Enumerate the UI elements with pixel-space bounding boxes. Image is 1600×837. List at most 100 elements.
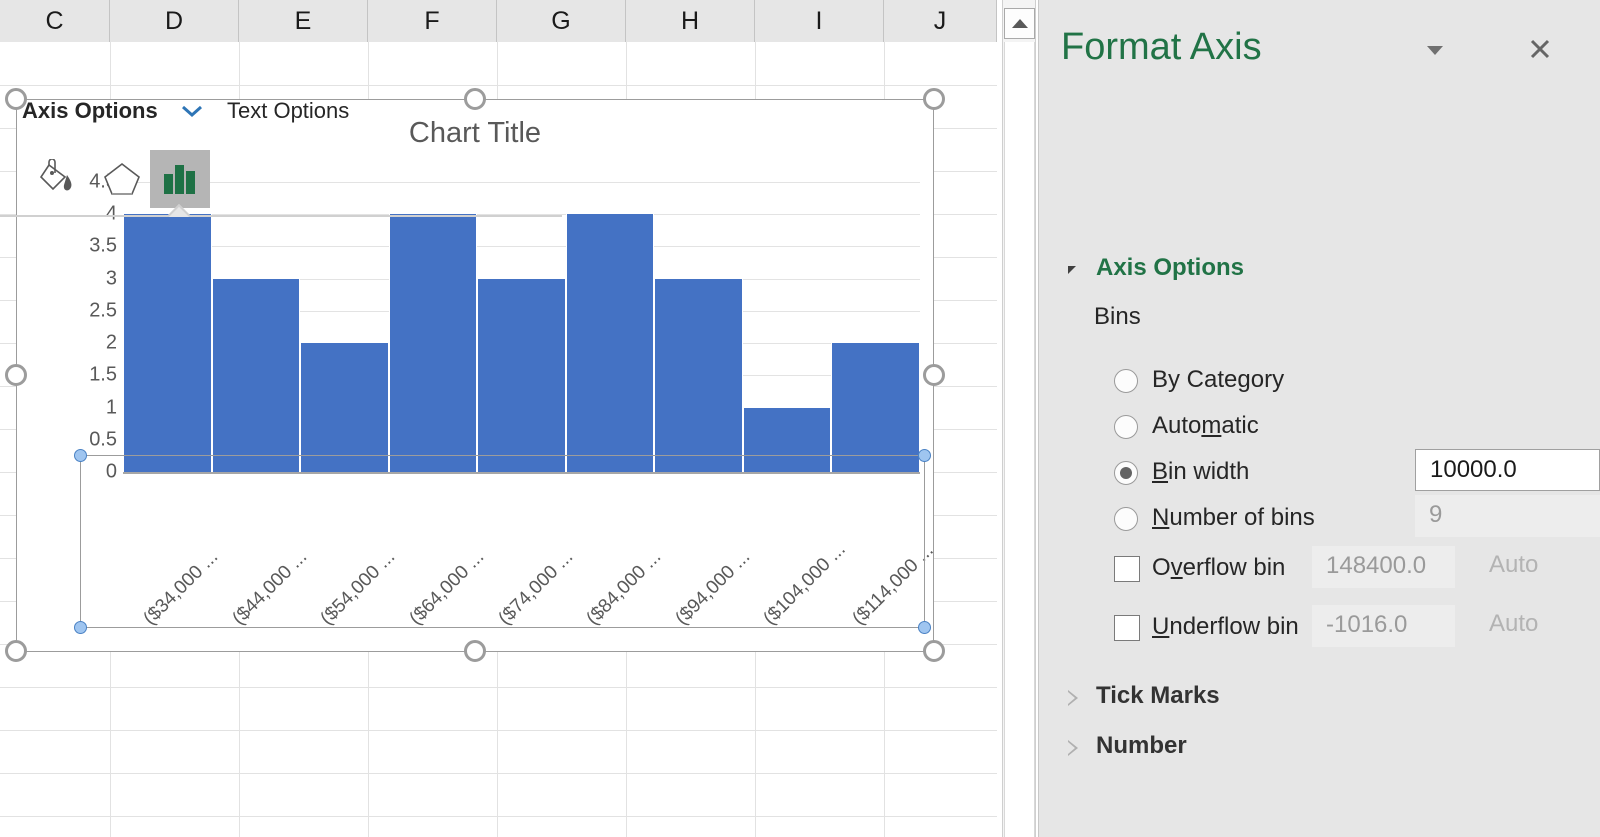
x-axis-tick-label[interactable]: ($44,000 ...: [228, 546, 312, 630]
triangle-right-icon-inner: [1068, 692, 1075, 704]
scroll-up-icon[interactable]: [1004, 8, 1035, 39]
option-row-by-category[interactable]: By Category: [1038, 360, 1600, 406]
category-axis-line: [123, 472, 920, 474]
x-axis-tick-label[interactable]: ($54,000 ...: [317, 546, 401, 630]
histogram-bar[interactable]: [123, 214, 212, 472]
chevron-down-icon[interactable]: [1418, 36, 1452, 64]
x-axis-tick-label[interactable]: ($74,000 ...: [494, 546, 578, 630]
y-axis-tick-label: 3: [57, 267, 117, 290]
pane-title: Format Axis: [1061, 26, 1262, 69]
y-axis-tick-label: 2.5: [57, 299, 117, 322]
section-number[interactable]: Number: [1038, 730, 1600, 770]
x-axis-tick-label[interactable]: ($114,000 ...: [848, 540, 938, 630]
option-row-automatic[interactable]: Automatic: [1038, 406, 1600, 452]
column-header-E[interactable]: E: [239, 0, 368, 42]
checkbox-underflow-bin[interactable]: [1114, 615, 1140, 641]
x-axis-tick-label[interactable]: ($104,000 ...: [760, 539, 851, 630]
tab-text-options[interactable]: Text Options: [227, 98, 349, 124]
label-by-category: By Category: [1152, 366, 1284, 394]
tab-axis-options[interactable]: Axis Options: [22, 98, 158, 124]
section-axis-options-label: Axis Options: [1096, 254, 1244, 282]
label-automatic: Automatic: [1152, 412, 1259, 440]
axis-options-chart-icon[interactable]: [150, 150, 210, 208]
overflow-bin-input[interactable]: 148400.0: [1312, 546, 1455, 588]
column-header-F[interactable]: F: [368, 0, 497, 42]
section-axis-options[interactable]: Axis Options: [1038, 252, 1600, 292]
axis-handle-bottom-right[interactable]: [918, 621, 931, 634]
histogram-bar[interactable]: [743, 408, 832, 472]
y-axis-tick-label: 2: [57, 332, 117, 355]
y-axis-tick-label: 1: [57, 396, 117, 419]
histogram-bar[interactable]: [566, 214, 655, 472]
chart-handle-top-right[interactable]: [923, 88, 945, 110]
pane-icon-tabs: [0, 150, 562, 214]
radio-automatic[interactable]: [1114, 415, 1138, 439]
histogram-bar[interactable]: [654, 279, 743, 472]
x-axis-tick-labels[interactable]: ($34,000 ...($44,000 ...($54,000 ...($64…: [123, 478, 920, 618]
fill-and-line-icon[interactable]: [28, 150, 88, 208]
axis-handle-bottom-left[interactable]: [74, 621, 87, 634]
grid-row-line: [0, 687, 997, 688]
pane-tab-bar: Axis Options Text Options: [0, 98, 562, 140]
pane-icon-divider: [0, 215, 562, 217]
label-overflow-bin: Overflow bin: [1152, 554, 1285, 582]
underflow-bin-auto-button[interactable]: Auto: [1489, 610, 1600, 638]
histogram-bar[interactable]: [212, 279, 301, 472]
histogram-bar[interactable]: [389, 214, 478, 472]
column-header-D[interactable]: D: [110, 0, 239, 42]
chart-handle-middle-left[interactable]: [5, 364, 27, 386]
y-axis-tick-label: 3.5: [57, 235, 117, 258]
y-axis-tick-labels: 00.511.522.533.544.5: [53, 182, 117, 472]
plot-area: [123, 182, 920, 472]
underflow-bin-input[interactable]: -1016.0: [1312, 605, 1455, 647]
y-axis-tick-label: 0: [57, 461, 117, 484]
x-axis-tick-label[interactable]: ($84,000 ...: [582, 546, 666, 630]
x-axis-tick-label[interactable]: ($64,000 ...: [405, 546, 489, 630]
gridline: [123, 246, 920, 247]
chart-handle-bottom-left[interactable]: [5, 640, 27, 662]
triangle-right-icon-inner: [1068, 742, 1075, 754]
column-header-G[interactable]: G: [497, 0, 626, 42]
vertical-scrollbar[interactable]: [1002, 0, 1036, 837]
label-underflow-bin: Underflow bin: [1152, 613, 1299, 641]
number-of-bins-input[interactable]: 9: [1415, 495, 1600, 537]
triangle-down-icon: [1068, 266, 1076, 274]
chart-handle-bottom-right[interactable]: [923, 640, 945, 662]
checkbox-overflow-bin[interactable]: [1114, 556, 1140, 582]
x-axis-tick-label[interactable]: ($34,000 ...: [140, 546, 224, 630]
radio-bin-width[interactable]: [1114, 461, 1138, 485]
histogram-bar[interactable]: [477, 279, 566, 472]
y-axis-tick-label: 1.5: [57, 364, 117, 387]
overflow-bin-auto-button[interactable]: Auto: [1489, 551, 1600, 579]
excel-window: Chart Title 00.511.522.533.544.5 ($34,00…: [0, 0, 1600, 837]
column-header-H[interactable]: H: [626, 0, 755, 42]
chart-handle-bottom-center[interactable]: [464, 640, 486, 662]
bins-group-label: Bins: [1094, 303, 1141, 331]
x-axis-tick-label[interactable]: ($94,000 ...: [671, 546, 755, 630]
scrollbar-track[interactable]: [1004, 42, 1035, 837]
label-bin-width: Bin width: [1152, 458, 1249, 486]
label-number-of-bins: Number of bins: [1152, 504, 1315, 532]
section-number-label: Number: [1096, 732, 1187, 760]
grid-row-line: [0, 730, 997, 731]
section-tick-marks[interactable]: Tick Marks: [1038, 680, 1600, 720]
histogram-bar[interactable]: [831, 343, 920, 472]
grid-row-line: [0, 85, 997, 86]
chart-handle-middle-right[interactable]: [923, 364, 945, 386]
radio-by-category[interactable]: [1114, 369, 1138, 393]
close-icon[interactable]: [1522, 32, 1558, 66]
chevron-down-icon[interactable]: [180, 101, 204, 124]
effects-icon[interactable]: [92, 150, 152, 208]
y-axis-tick-label: 0.5: [57, 428, 117, 451]
pane-icon-selected-pointer: [163, 203, 197, 217]
column-header-I[interactable]: I: [755, 0, 884, 42]
column-header-row: CDEFGHIJ: [0, 0, 997, 42]
histogram-bar[interactable]: [300, 343, 389, 472]
bin-width-input[interactable]: 10000.0: [1415, 449, 1600, 491]
column-header-C[interactable]: C: [0, 0, 110, 42]
column-header-J[interactable]: J: [884, 0, 997, 42]
radio-number-of-bins[interactable]: [1114, 507, 1138, 531]
section-tick-marks-label: Tick Marks: [1096, 682, 1220, 710]
grid-row-line: [0, 773, 997, 774]
grid-row-line: [0, 816, 997, 817]
